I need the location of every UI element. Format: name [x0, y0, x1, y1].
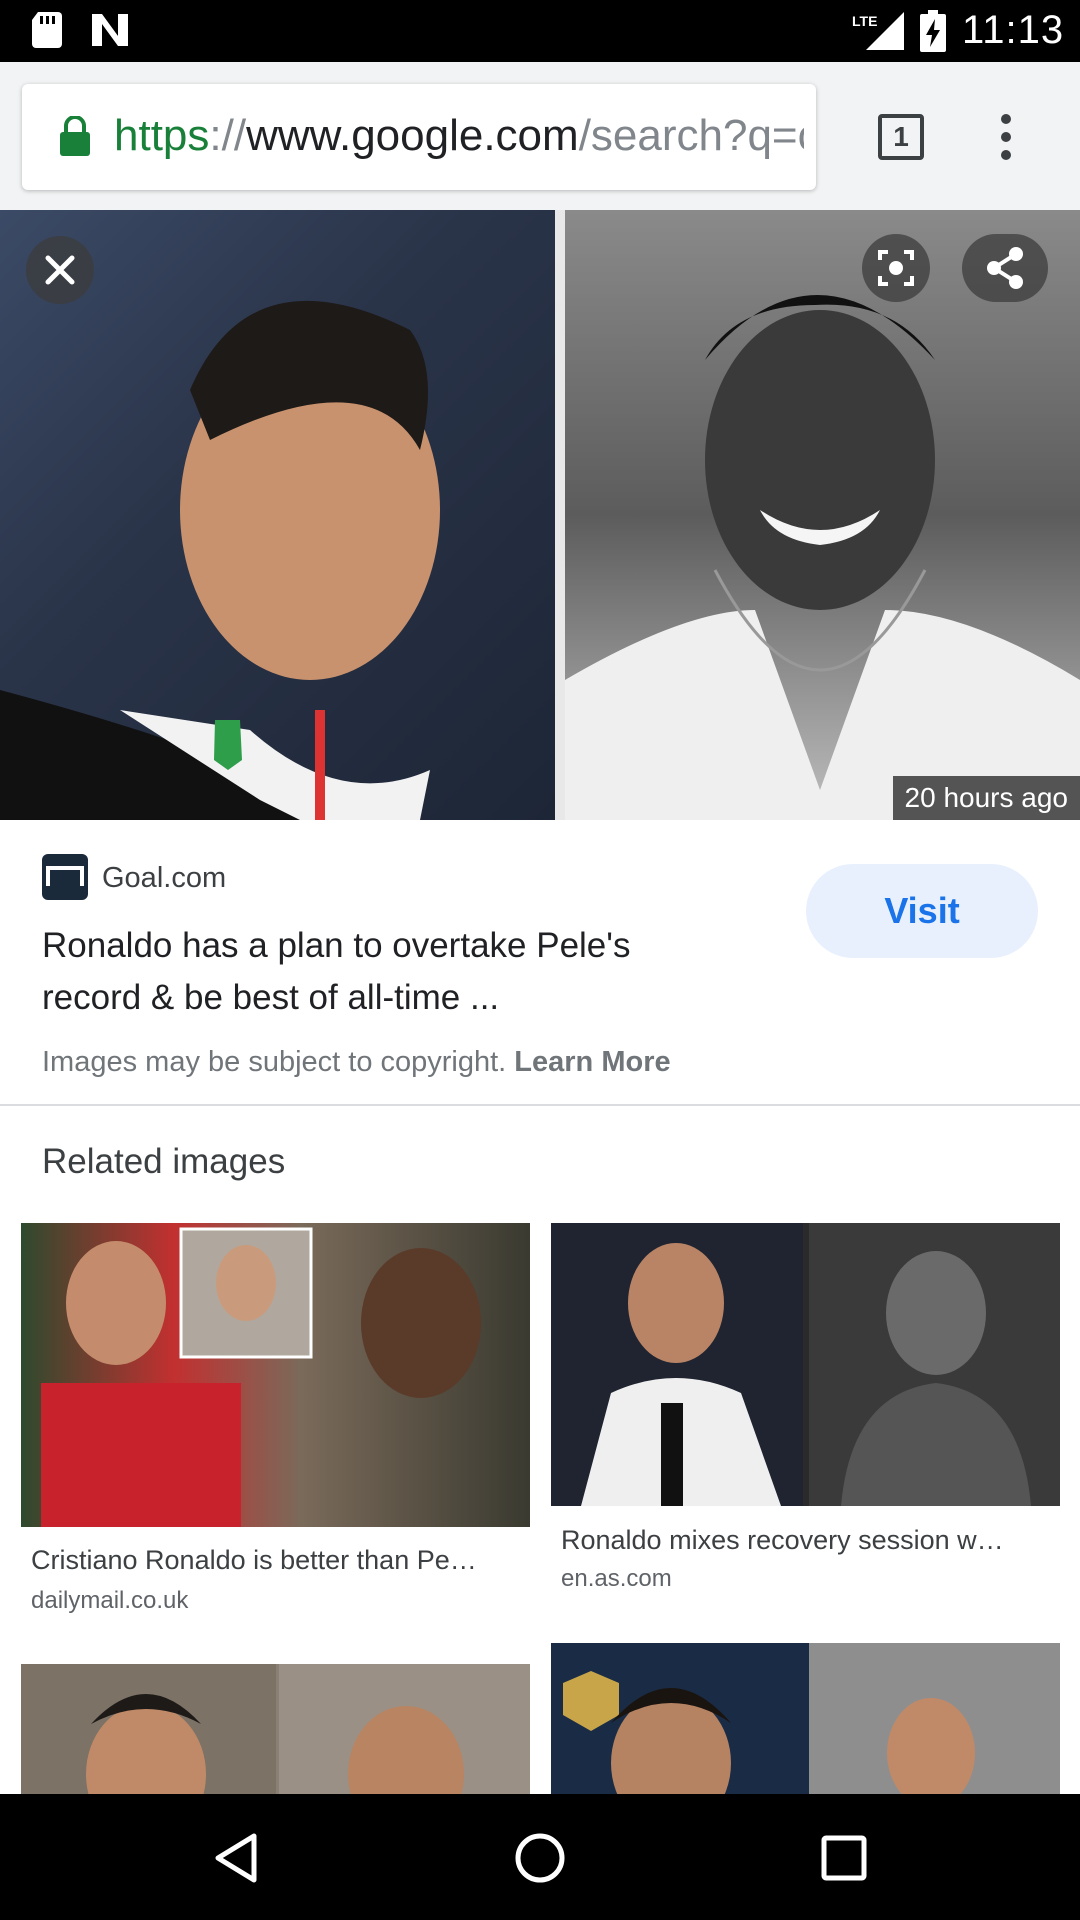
result-title[interactable]: Ronaldo has a plan to overtake Pele's re…: [42, 920, 722, 1024]
related-image-thumbnail: [551, 1223, 1060, 1506]
recents-icon[interactable]: [820, 1834, 868, 1882]
url-bar[interactable]: https://www.google.com/search?q=c: [22, 84, 816, 190]
status-bar: LTE 11:13: [0, 0, 1080, 62]
related-image-card[interactable]: [551, 1643, 1060, 1794]
image-viewer[interactable]: 20 hours ago: [0, 210, 1080, 820]
lock-icon: [60, 116, 90, 156]
copyright-notice: Images may be subject to copyright. Lear…: [42, 1046, 671, 1079]
url-host: www.google.com: [246, 111, 579, 160]
image-timestamp: 20 hours ago: [892, 776, 1080, 820]
lte-signal-icon: LTE: [852, 12, 904, 50]
site-name[interactable]: Goal.com: [102, 862, 226, 895]
result-info-panel: Goal.com Ronaldo has a plan to overtake …: [0, 820, 1080, 1106]
more-options-icon[interactable]: [990, 112, 1022, 162]
site-logo-icon: [42, 854, 88, 900]
sd-card-icon: [32, 12, 62, 48]
home-icon[interactable]: [514, 1832, 566, 1884]
n-notification-icon: [92, 14, 128, 46]
browser-toolbar: https://www.google.com/search?q=c 1: [0, 62, 1080, 210]
visit-button[interactable]: Visit: [806, 864, 1038, 958]
tab-switcher-button[interactable]: 1: [878, 114, 924, 160]
close-icon: [45, 255, 75, 285]
copyright-text: Images may be subject to copyright.: [42, 1046, 507, 1078]
photo-divider: [555, 210, 565, 820]
related-image-card[interactable]: Cristiano Ronaldo is better than Pe… dai…: [21, 1223, 530, 1623]
url-text[interactable]: https://www.google.com/search?q=c: [114, 108, 804, 164]
system-navigation-bar: [0, 1794, 1080, 1920]
lens-button[interactable]: [862, 234, 930, 302]
url-path: /search?q=c: [578, 111, 804, 160]
share-button[interactable]: [962, 234, 1048, 302]
url-scheme: https: [114, 111, 210, 160]
related-image-thumbnail: [21, 1223, 530, 1527]
related-images-heading: Related images: [42, 1142, 286, 1181]
status-time: 11:13: [962, 8, 1065, 52]
share-icon: [987, 247, 1023, 289]
related-image-caption: Ronaldo mixes recovery session w…: [561, 1525, 1004, 1555]
related-image-caption: Cristiano Ronaldo is better than Pe…: [31, 1545, 477, 1575]
battery-charging-icon: [920, 10, 946, 52]
related-image-card[interactable]: Ronaldo mixes recovery session w… en.as.…: [551, 1223, 1060, 1603]
related-image-thumbnail: [551, 1643, 1060, 1794]
related-image-source: en.as.com: [561, 1565, 672, 1592]
url-separator: ://: [209, 111, 247, 160]
svg-text:LTE: LTE: [852, 13, 877, 29]
related-image-thumbnail: [21, 1664, 530, 1794]
lens-icon: [878, 250, 914, 286]
related-image-card[interactable]: [21, 1664, 530, 1794]
close-button[interactable]: [26, 236, 94, 304]
learn-more-link[interactable]: Learn More: [514, 1046, 670, 1078]
related-image-source: dailymail.co.uk: [31, 1587, 189, 1614]
back-icon[interactable]: [210, 1832, 262, 1884]
